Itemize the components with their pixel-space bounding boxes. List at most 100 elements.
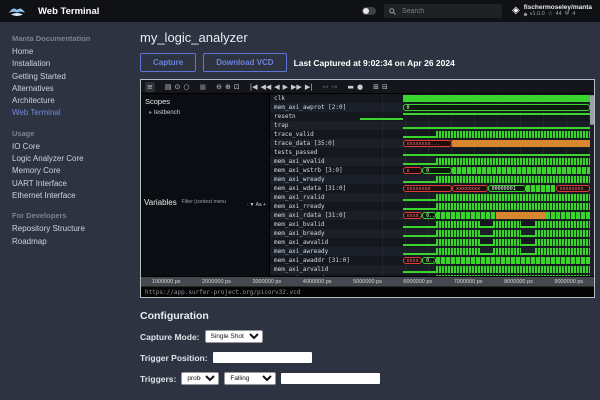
signal-wave[interactable] xyxy=(360,229,590,238)
sidebar-item-logic-analyzer-core[interactable]: Logic Analyzer Core xyxy=(12,153,130,165)
signal-wave[interactable] xyxy=(360,175,590,184)
repo-link[interactable]: ◈ fischermoseley/manta v1.0.0 ☆44 Ψ4 xyxy=(512,4,592,18)
signal-wave[interactable]: 0 xyxy=(360,103,590,112)
sidebar-item-ethernet-interface[interactable]: Ethernet Interface xyxy=(12,190,130,202)
sidebar-item-architecture[interactable]: Architecture xyxy=(12,95,130,107)
sidebar-item-uart-interface[interactable]: UART Interface xyxy=(12,178,130,190)
signal-name[interactable]: mem_axi_arvalid xyxy=(270,265,360,274)
signal-name[interactable]: clk xyxy=(270,94,360,103)
wave-segment-clk xyxy=(403,95,590,102)
wave-segment-busr: xxxx... xyxy=(403,212,423,219)
signal-name[interactable]: mem_axi_awvalid xyxy=(270,238,360,247)
variable-filter-input[interactable] xyxy=(180,198,244,206)
signal-wave[interactable] xyxy=(360,148,590,157)
toggle-menu-icon[interactable]: ▬ xyxy=(347,82,354,92)
signal-name[interactable]: mem_axi_awready xyxy=(270,247,360,256)
signal-wave[interactable] xyxy=(360,157,590,166)
search-input[interactable] xyxy=(400,7,484,16)
signal-name[interactable]: mem_axi_wready xyxy=(270,175,360,184)
remove-viewport-icon[interactable]: ⊟ xyxy=(382,82,388,92)
scrollbar-thumb[interactable] xyxy=(590,95,594,125)
sidebar-item-roadmap[interactable]: Roadmap xyxy=(12,236,130,248)
zoom-in-icon[interactable]: ⊕ xyxy=(225,82,231,92)
wave-segment-busr: x xyxy=(403,167,423,174)
signal-wave[interactable] xyxy=(360,202,590,211)
go-to-end-icon[interactable]: ▶| xyxy=(305,82,313,92)
scope-item-testbench[interactable]: ▸testbench xyxy=(141,108,269,117)
sidebar-item-alternatives[interactable]: Alternatives xyxy=(12,83,130,95)
signal-name[interactable]: mem_axi_arready xyxy=(270,274,360,276)
signal-wave[interactable] xyxy=(360,94,590,103)
signal-name[interactable]: mem_axi_wdata [31:0] xyxy=(270,184,360,193)
search-box[interactable] xyxy=(384,4,502,18)
signal-wave[interactable] xyxy=(360,112,590,121)
add-variable-icon[interactable]: + xyxy=(263,202,266,208)
signal-wave[interactable] xyxy=(360,220,590,229)
record-icon[interactable]: ● xyxy=(357,82,363,92)
signal-wave[interactable] xyxy=(360,247,590,256)
menu-icon[interactable]: ≡ xyxy=(145,82,155,92)
upload-icon[interactable]: ⊙ xyxy=(175,82,181,92)
variables-empty-area xyxy=(141,213,269,276)
signal-wave[interactable] xyxy=(360,130,590,139)
trigger-position-input[interactable] xyxy=(213,352,312,363)
theme-toggle[interactable] xyxy=(362,7,376,15)
signal-wave[interactable] xyxy=(360,238,590,247)
wave-segment-lo xyxy=(521,230,535,237)
signal-name[interactable]: mem_axi_wvalid xyxy=(270,157,360,166)
go-to-start-icon[interactable]: |◀ xyxy=(250,82,258,92)
signal-name[interactable]: mem_axi_bready xyxy=(270,229,360,238)
signal-wave[interactable] xyxy=(360,193,590,202)
viewer-scrollbar[interactable] xyxy=(590,94,594,276)
sidebar-item-web-terminal[interactable]: Web Terminal xyxy=(12,107,130,119)
signal-wave[interactable]: xxxx...0... xyxy=(360,256,590,265)
signal-name[interactable]: trace_data [35:0] xyxy=(270,139,360,148)
trigger-probe-select[interactable]: probe0 xyxy=(181,372,219,385)
signal-name[interactable]: trace_valid xyxy=(270,130,360,139)
signal-wave[interactable]: x0 xyxy=(360,166,590,175)
signal-wave[interactable] xyxy=(360,121,590,130)
sidebar-item-getting-started[interactable]: Getting Started xyxy=(12,71,130,83)
sidebar-item-home[interactable]: Home xyxy=(12,46,130,58)
download-vcd-button[interactable]: Download VCD xyxy=(203,53,286,72)
signal-wave[interactable] xyxy=(360,265,590,274)
fast-forward-icon[interactable]: ▶▶ xyxy=(291,82,302,92)
sidebar-item-io-core[interactable]: IO Core xyxy=(12,141,130,153)
wave-segment-tg xyxy=(436,203,590,210)
zoom-fit-icon[interactable]: ⊡ xyxy=(234,82,240,92)
fast-backward-icon[interactable]: ◀◀ xyxy=(260,82,271,92)
step-back-icon[interactable]: ◀ xyxy=(274,82,279,92)
trigger-value-input[interactable] xyxy=(281,373,380,384)
sidebar-item-installation[interactable]: Installation xyxy=(12,58,130,70)
trigger-edge-select[interactable]: Falling xyxy=(224,372,276,385)
prev-transition-icon[interactable]: ↤ xyxy=(323,82,329,92)
signal-name[interactable]: mem_axi_rdata [31:0] xyxy=(270,211,360,220)
zoom-out-icon[interactable]: ⊖ xyxy=(216,82,222,92)
signal-name[interactable]: tests_passed xyxy=(270,148,360,157)
stop-icon[interactable]: ■ xyxy=(199,82,206,92)
match-case-icon[interactable]: Aa xyxy=(256,202,264,208)
sidebar-item-repository-structure[interactable]: Repository Structure xyxy=(12,223,130,235)
step-forward-icon[interactable]: ▶ xyxy=(283,82,288,92)
signal-wave[interactable]: xxxxxxxxxxxxxxxx00000001xxxxxxxx xyxy=(360,184,590,193)
signal-wave[interactable]: xxxx...0... xyxy=(360,211,590,220)
capture-button[interactable]: Capture xyxy=(140,53,196,72)
signal-name[interactable]: mem_axi_rvalid xyxy=(270,193,360,202)
signal-name[interactable]: mem_axi_bvalid xyxy=(270,220,360,229)
open-file-icon[interactable]: ▤ xyxy=(165,82,172,92)
signal-name[interactable]: resetn xyxy=(270,112,360,121)
signal-name[interactable]: mem_axi_awprot [2:0] xyxy=(270,103,360,112)
reload-icon[interactable]: ○ xyxy=(183,82,189,92)
sidebar-item-memory-core[interactable]: Memory Core xyxy=(12,165,130,177)
capture-mode-select[interactable]: Single Shot xyxy=(205,330,263,343)
signal-wave[interactable] xyxy=(360,274,590,276)
sidebar-section-label: For Developers xyxy=(12,211,130,220)
signal-name[interactable]: trap xyxy=(270,121,360,130)
add-viewport-icon[interactable]: ⊞ xyxy=(373,82,379,92)
signal-name[interactable]: mem_axi_rready xyxy=(270,202,360,211)
waveform-toolbar: ≡▤⊙○■⊖⊕⊡|◀◀◀◀▶▶▶▶|↤↦▬●⊞⊟ xyxy=(141,80,594,94)
signal-wave[interactable]: xxxxxxxx... xyxy=(360,139,590,148)
signal-name[interactable]: mem_axi_awaddr [31:0] xyxy=(270,256,360,265)
signal-name[interactable]: mem_axi_wstrb [3:0] xyxy=(270,166,360,175)
next-transition-icon[interactable]: ↦ xyxy=(331,82,337,92)
